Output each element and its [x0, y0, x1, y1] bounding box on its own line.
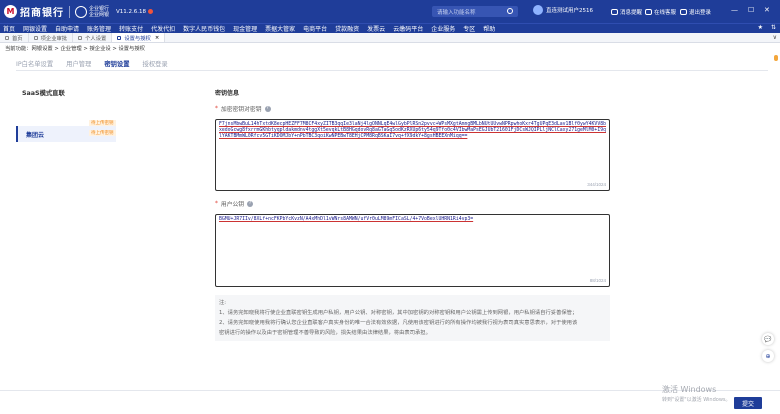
- encryption-key-value: F7jnsMbwBuL14hTxtdK8ecpHEZFF7M8CF4xyZITB…: [219, 122, 606, 139]
- char-count: 344/1024: [587, 182, 606, 187]
- close-tab-icon[interactable]: ×: [155, 35, 159, 41]
- cmb-logo-icon: M: [4, 5, 17, 18]
- menu-right-icons: ★ ⇅: [758, 24, 776, 31]
- user-name: 直连测试用户2516: [546, 8, 593, 14]
- field1-label-text: 加密密钥对密钥: [220, 107, 262, 113]
- menu-item-help[interactable]: 帮助: [483, 24, 495, 33]
- function-search-input[interactable]: 请输入功能名称: [432, 6, 518, 17]
- menu-item-zone[interactable]: 专区: [463, 24, 475, 33]
- online-service-link[interactable]: 在线客服: [645, 8, 676, 16]
- tab-label: 个人设置: [85, 35, 107, 42]
- headset-icon: [645, 9, 652, 15]
- maximize-button[interactable]: ☐: [748, 6, 754, 14]
- chevron-down-icon[interactable]: ∨: [773, 34, 777, 41]
- tab-page-icon: [78, 35, 83, 40]
- notes-title: 注:: [219, 300, 227, 306]
- search-icon[interactable]: [507, 8, 513, 14]
- version-text: V11.2.6.18: [116, 8, 147, 15]
- top-header: M 招商银行 企业银行 企业网银 V11.2.6.18 请输入功能名称 直连测试…: [0, 0, 780, 23]
- search-placeholder: 请输入功能名称: [437, 9, 476, 16]
- menu-item-ecommerce[interactable]: 电商平台: [303, 24, 327, 33]
- char-count: 88/1024: [589, 278, 606, 283]
- menu-item-enterprise-service[interactable]: 企业服务: [431, 24, 455, 33]
- tab-personal-settings[interactable]: 个人设置: [73, 33, 113, 42]
- notes-box: 注: 1、请务完知晓我将行使企业直联密钥生成用户私钥，用户公钥、对称密钥，其中加…: [215, 295, 610, 341]
- message-reminder-link[interactable]: 消息提醒: [611, 8, 642, 16]
- watermark-line1: 激活 Windows: [662, 385, 717, 394]
- encryption-key-textarea[interactable]: F7jnsMbwBuL14hTxtdK8ecpHEZFF7M8CF4xyZITB…: [215, 119, 610, 191]
- menu-item-loans[interactable]: 贷款融资: [335, 24, 359, 33]
- field2-label-text: 用户公钥: [220, 202, 245, 208]
- sort-icon[interactable]: ⇅: [771, 24, 776, 31]
- menu-item-home[interactable]: 首页: [3, 24, 15, 33]
- message-icon: [611, 9, 618, 15]
- message-reminder-label: 消息提醒: [620, 10, 643, 16]
- version-info[interactable]: V11.2.6.18: [116, 8, 154, 15]
- saas-mode-title: SaaS模式直联: [22, 90, 65, 97]
- note-line: 1、请务完知晓我将行使企业直联密钥生成用户私钥，用户公钥、对称密钥，其中加密钥的…: [219, 310, 578, 316]
- user-public-key-value: BGMU+JR7IIv/8XLf+ncFKPbYcKvzN/A4xMhDl1vW…: [219, 217, 474, 222]
- tab-label: 首页: [12, 35, 23, 42]
- breadcrumb: 当前功能：网银设置 > 企业管理 > 授企业设 > 设置与授权: [5, 46, 145, 52]
- tab-label: 设置与授权: [124, 35, 151, 42]
- key-info-panel: 密钥信息 * 加密密钥对密钥 ? F7jnsMbwBuL14hTxtdK8ecp…: [215, 88, 610, 341]
- logout-link[interactable]: 退出登录: [680, 8, 711, 16]
- menu-item-invoice-cloud[interactable]: 发票云: [367, 24, 385, 33]
- ebank-sub: 企业网银: [89, 11, 110, 18]
- logout-label: 退出登录: [689, 10, 712, 16]
- home-icon: [5, 35, 9, 40]
- subtab-divider: [16, 70, 768, 71]
- menu-item-accounts[interactable]: 账务管理: [87, 24, 111, 33]
- menu-item-ebank-settings[interactable]: 网银设置: [23, 24, 47, 33]
- menu-item-ecny-wallet[interactable]: 数字人民币钱包: [183, 24, 225, 33]
- logout-icon: [680, 9, 687, 15]
- chat-icon[interactable]: 💬: [762, 333, 774, 345]
- group-cloud-label: 集团云: [26, 131, 45, 139]
- update-dot-icon: [148, 9, 154, 14]
- menu-item-self-service[interactable]: 自助申请: [55, 24, 79, 33]
- submit-button[interactable]: 提交: [734, 397, 762, 409]
- user-public-key-textarea[interactable]: BGMU+JR7IIv/8XLf+ncFKPbYcKvzN/A4xMhDl1vW…: [215, 214, 610, 287]
- zoom-icon[interactable]: ⊕: [762, 350, 774, 362]
- ebank-logo: 企业银行 企业网银: [75, 5, 110, 18]
- note-line: 密钥进行的操作以及由于密钥管理不善导致的风险，损失结果由法律结果，将由表司承担。: [219, 330, 431, 336]
- watermark-line2: 转到"设置"以激活 Windows。: [662, 397, 731, 403]
- tab-page-icon: [117, 35, 122, 40]
- left-panel: SaaS模式直联 待上传密钥 集团云 待上传密钥: [16, 88, 116, 142]
- tab-approval[interactable]: 项企业审批: [28, 33, 74, 42]
- avatar: [533, 5, 543, 15]
- header-divider: [69, 5, 70, 18]
- menu-item-bill-manager[interactable]: 票据大管家: [265, 24, 295, 33]
- tab-page-icon: [33, 35, 38, 40]
- status-badge: 待上传密钥: [89, 130, 116, 136]
- tab-home[interactable]: 首页: [0, 33, 29, 42]
- online-service-label: 在线客服: [654, 10, 677, 16]
- bank-name: 招商银行: [20, 8, 64, 19]
- minimize-button[interactable]: —: [731, 6, 738, 14]
- bank-logo[interactable]: M 招商银行: [4, 4, 64, 19]
- main-menu: 首页 网银设置 自助申请 账务管理 转账支付 代发代扣 数字人民币钱包 现金管理…: [0, 23, 780, 33]
- field2-label: * 用户公钥 ?: [215, 199, 610, 208]
- section-title: 密钥信息: [215, 90, 240, 97]
- scrollbar-thumb[interactable]: [774, 55, 778, 61]
- favorite-icon[interactable]: ★: [758, 24, 763, 31]
- ebank-logo-icon: [75, 5, 87, 18]
- menu-item-payroll[interactable]: 代发代扣: [151, 24, 175, 33]
- help-icon[interactable]: ?: [264, 105, 271, 112]
- required-mark: *: [215, 105, 218, 112]
- close-window-button[interactable]: ✕: [764, 6, 770, 14]
- required-mark: *: [215, 200, 218, 207]
- page-tabs: 首页 项企业审批 个人设置 设置与授权 × ∨: [0, 33, 780, 43]
- menu-item-cash-management[interactable]: 现金管理: [233, 24, 257, 33]
- tab-label: 项企业审批: [40, 35, 68, 42]
- note-line: 2、请务完知晓使用我将行确认您企业直联客户真实身份的唯一合法有效依据，凡使用该密…: [219, 320, 578, 326]
- tab-settings-authorization[interactable]: 设置与授权 ×: [112, 33, 166, 42]
- field1-label: * 加密密钥对密钥 ?: [215, 104, 610, 113]
- ebank-label: 企业银行: [89, 5, 110, 12]
- menu-item-cloud-payment[interactable]: 云缴码平台: [393, 24, 423, 33]
- help-icon[interactable]: ?: [247, 200, 254, 207]
- menu-item-transfer[interactable]: 转账支付: [119, 24, 143, 33]
- user-menu[interactable]: 直连测试用户2516: [533, 5, 593, 15]
- windows-activation-watermark: 激活 Windows 转到"设置"以激活 Windows。: [662, 384, 731, 403]
